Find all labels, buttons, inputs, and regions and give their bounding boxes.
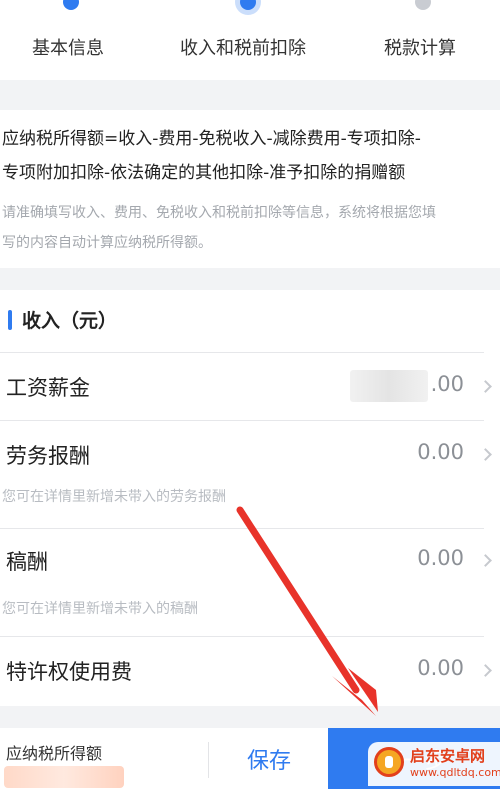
income-row-labor[interactable]: 劳务报酬 0.00 您可在详情里新增未带入的劳务报酬 [0, 420, 500, 528]
save-button[interactable]: 保存 [210, 728, 328, 789]
formula-line-1: 应纳税所得额=收入-费用-免税收入-减除费用-专项扣除- [2, 129, 421, 149]
formula-line-2: 专项附加扣除-依法确定的其他扣除-准予扣除的捐赠额 [2, 163, 406, 183]
income-row-label: 特许权使用费 [6, 660, 132, 684]
chevron-right-icon [479, 380, 492, 393]
income-row-value: 0.00 [417, 440, 464, 464]
income-row-value: 0.00 [417, 656, 464, 680]
formula-tip-line-1: 请准确填写收入、费用、免税收入和税前扣除等信息，系统将根据您填 [2, 205, 436, 221]
income-row-label: 劳务报酬 [6, 444, 90, 468]
chevron-right-icon [479, 448, 492, 461]
income-section: 收入（元） 工资薪金 .00 劳务报酬 0.00 您可在详情里新增未带入的劳务报… [0, 290, 500, 706]
income-row-royalty[interactable]: 稿酬 0.00 您可在详情里新增未带入的稿酬 [0, 528, 500, 636]
income-row-label: 稿酬 [6, 550, 48, 574]
redacted-amount [350, 370, 428, 402]
income-row-label: 工资薪金 [6, 376, 90, 400]
bottom-divider [208, 742, 209, 778]
formula-card: 应纳税所得额=收入-费用-免税收入-减除费用-专项扣除- 专项附加扣除-依法确定… [0, 110, 500, 268]
step-3-dot-icon [415, 0, 431, 10]
chevron-right-icon [479, 554, 492, 567]
site-watermark: 启东安卓网 www.qdltdq.com [368, 742, 500, 786]
income-row-value: .00 [430, 372, 464, 396]
formula-tip-line-2: 写的内容自动计算应纳税所得额。 [2, 235, 212, 251]
step-2-label: 收入和税前扣除 [180, 38, 306, 59]
step-2-dot-icon [240, 0, 256, 10]
step-1-label: 基本信息 [32, 38, 104, 59]
income-section-header: 收入（元） [0, 290, 500, 352]
income-section-title: 收入（元） [22, 310, 118, 332]
step-3-label: 税款计算 [384, 38, 456, 59]
income-row-salary[interactable]: 工资薪金 .00 [0, 352, 500, 420]
income-row-value: 0.00 [417, 546, 464, 570]
watermark-logo-icon [374, 747, 404, 777]
income-row-franchise[interactable]: 特许权使用费 0.00 [0, 636, 500, 706]
formula-tip: 请准确填写收入、费用、免税收入和税前扣除等信息，系统将根据您填 写的内容自动计算… [2, 198, 500, 258]
watermark-title: 启东安卓网 [410, 747, 486, 765]
income-row-hint: 您可在详情里新增未带入的稿酬 [2, 601, 198, 617]
chevron-right-icon [479, 664, 492, 677]
step-1-dot-icon [63, 0, 79, 10]
watermark-url: www.qdltdq.com [410, 766, 500, 779]
taxable-income-label: 应纳税所得额 [6, 744, 103, 763]
income-row-hint: 您可在详情里新增未带入的劳务报酬 [2, 489, 226, 505]
redacted-taxable-income [4, 766, 124, 788]
section-accent-bar [8, 310, 12, 330]
progress-stepper: 基本信息 收入和税前扣除 税款计算 [0, 0, 500, 80]
